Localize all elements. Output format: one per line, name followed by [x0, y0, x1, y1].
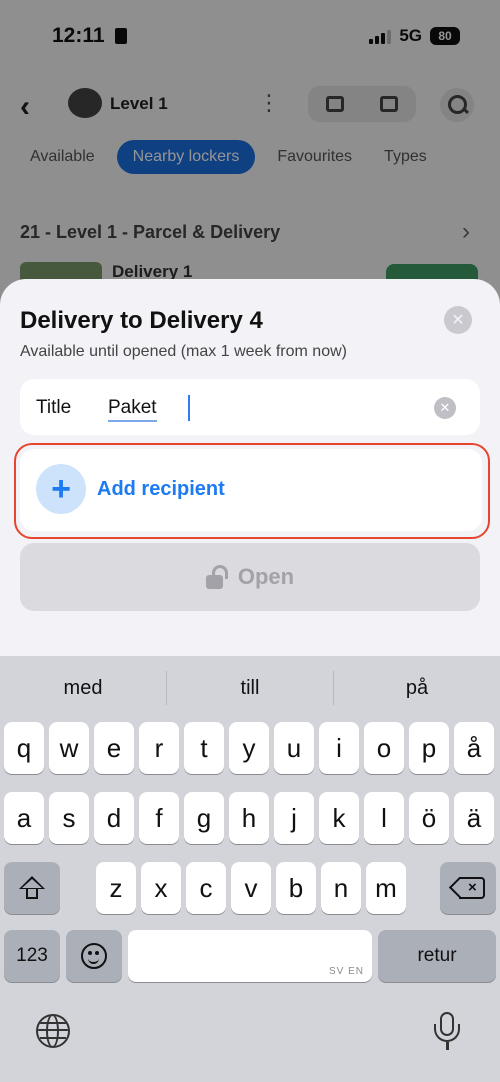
letter-key[interactable]: å	[454, 722, 494, 774]
emoji-key[interactable]	[66, 930, 122, 982]
letter-key[interactable]: a	[4, 792, 44, 844]
letter-key[interactable]: k	[319, 792, 359, 844]
close-icon[interactable]: ✕	[444, 306, 472, 334]
backspace-icon: ×	[448, 876, 485, 899]
letter-key[interactable]: u	[274, 722, 314, 774]
letter-key[interactable]: c	[186, 862, 226, 914]
letter-key[interactable]: d	[94, 792, 134, 844]
globe-icon[interactable]	[36, 1014, 70, 1048]
letter-key[interactable]: ä	[454, 792, 494, 844]
letter-key[interactable]: b	[276, 862, 316, 914]
title-label: Title	[36, 397, 72, 418]
letter-key[interactable]: v	[231, 862, 271, 914]
prediction-item[interactable]: till	[167, 677, 333, 700]
prediction-item[interactable]: med	[0, 677, 166, 700]
letter-key[interactable]: j	[274, 792, 314, 844]
letter-key[interactable]: t	[184, 722, 224, 774]
numbers-key[interactable]: 123	[4, 930, 60, 982]
letter-key[interactable]: q	[4, 722, 44, 774]
letter-key[interactable]: e	[94, 722, 134, 774]
clear-icon[interactable]: ✕	[434, 397, 456, 419]
microphone-icon[interactable]	[432, 1012, 462, 1052]
space-language-caption: SV EN	[328, 966, 364, 977]
open-label: Open	[237, 564, 295, 589]
letter-key[interactable]: y	[229, 722, 269, 774]
keyboard: med till på qwertyuiopå asdfghjklöä × zx…	[0, 656, 500, 1082]
prediction-bar: med till på	[0, 656, 500, 720]
letter-key[interactable]: h	[229, 792, 269, 844]
title-field[interactable]: Title Paket ✕	[20, 379, 480, 435]
letter-key[interactable]: r	[139, 722, 179, 774]
open-button[interactable]: Open	[20, 543, 480, 611]
space-key[interactable]: SV EN	[128, 930, 372, 982]
backspace-key[interactable]: ×	[440, 862, 496, 914]
delivery-sheet: Delivery to Delivery 4 Available until o…	[0, 279, 500, 659]
letter-key[interactable]: m	[366, 862, 406, 914]
plus-icon: +	[36, 464, 86, 514]
shift-key[interactable]	[4, 862, 60, 914]
return-key[interactable]: retur	[378, 930, 496, 982]
unlock-icon	[205, 565, 228, 589]
letter-key[interactable]: p	[409, 722, 449, 774]
letter-key[interactable]: i	[319, 722, 359, 774]
letter-key[interactable]: x	[141, 862, 181, 914]
letter-key[interactable]: n	[321, 862, 361, 914]
letter-key[interactable]: z	[96, 862, 136, 914]
letter-key[interactable]: l	[364, 792, 404, 844]
letter-key[interactable]: f	[139, 792, 179, 844]
letter-key[interactable]: g	[184, 792, 224, 844]
sheet-title: Delivery to Delivery 4	[20, 307, 263, 334]
add-recipient-button[interactable]: + Add recipient	[20, 449, 482, 531]
prediction-item[interactable]: på	[334, 677, 500, 700]
letter-key[interactable]: w	[49, 722, 89, 774]
dim-overlay[interactable]	[0, 0, 500, 300]
shift-icon	[19, 876, 45, 900]
title-input[interactable]: Paket	[108, 397, 157, 422]
text-caret	[188, 395, 190, 421]
letter-key[interactable]: o	[364, 722, 404, 774]
emoji-icon	[81, 943, 107, 969]
letter-key[interactable]: ö	[409, 792, 449, 844]
add-recipient-label: Add recipient	[97, 478, 225, 500]
sheet-subtitle: Available until opened (max 1 week from …	[20, 343, 347, 360]
letter-key[interactable]: s	[49, 792, 89, 844]
